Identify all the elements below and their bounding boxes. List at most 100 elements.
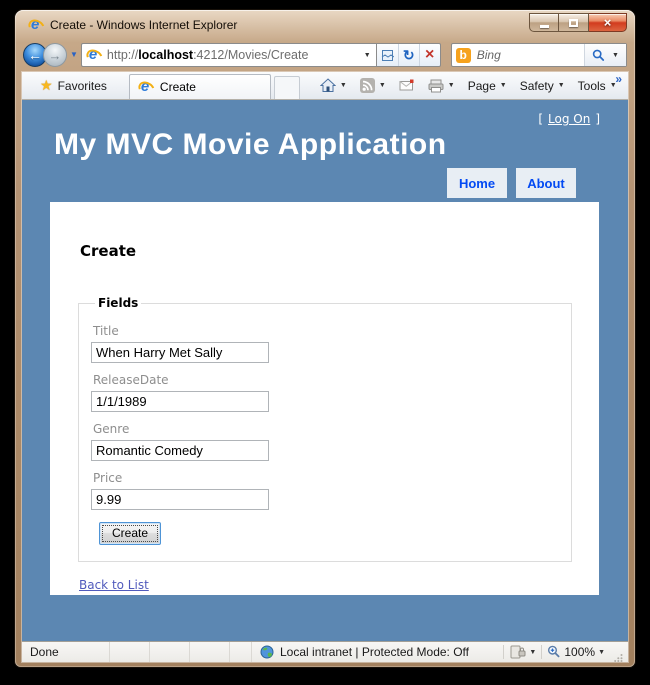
url-text: http://localhost:4212/Movies/Create — [106, 48, 309, 62]
status-bar: Done Local intranet | Protected Mode: Of… — [22, 641, 628, 662]
address-bar[interactable]: e http://localhost:4212/Movies/Create ▼ — [80, 43, 376, 67]
compatibility-view-button[interactable] — [377, 44, 398, 66]
ie-logo-icon: e — [28, 17, 44, 33]
tab-favicon-icon: e — [138, 79, 154, 95]
new-tab-button[interactable] — [273, 76, 300, 99]
zoom-icon — [548, 645, 560, 658]
zone-text: Local intranet | Protected Mode: Off — [280, 645, 469, 659]
tab-create[interactable]: e Create — [128, 74, 271, 99]
forward-button[interactable]: → — [43, 43, 67, 67]
home-icon — [319, 78, 336, 92]
minimize-icon — [539, 25, 549, 28]
stop-icon: × — [425, 46, 435, 63]
zoom-level: 100% — [564, 645, 596, 659]
command-bar: ★ Favorites e Create ▼ ▼ ▼ Page ▼ Safety… — [22, 72, 628, 100]
statusbar-right: ▼ 100% ▼ — [503, 642, 623, 662]
status-cell — [230, 642, 252, 662]
address-dropdown[interactable]: ▼ — [364, 52, 371, 59]
safety-menu-label: Safety — [519, 78, 554, 93]
releasedate-input[interactable] — [91, 391, 269, 412]
back-to-list-link[interactable]: Back to List — [79, 578, 149, 592]
search-icon[interactable] — [592, 49, 605, 62]
status-cell — [190, 642, 230, 662]
close-icon: × — [603, 15, 612, 30]
favorites-star-icon: ★ — [40, 77, 53, 93]
tools-menu-label: Tools — [577, 78, 606, 93]
logon-bracket: ] — [595, 112, 600, 126]
maximize-icon — [569, 18, 578, 27]
title-label: Title — [93, 324, 119, 338]
more-commands-chevron[interactable]: » — [615, 72, 622, 86]
status-cell — [150, 642, 190, 662]
page-viewport: [ Log On] My MVC Movie Application Home A… — [22, 100, 628, 641]
zoom-control[interactable]: 100% ▼ — [547, 645, 605, 659]
window-title: Create - Windows Internet Explorer — [50, 18, 238, 32]
title-input[interactable] — [91, 342, 269, 363]
tools-menu-button[interactable]: Tools ▼ — [574, 77, 621, 95]
zoom-dropdown-icon: ▼ — [598, 648, 605, 656]
page-favicon-icon: e — [86, 47, 102, 63]
close-button[interactable]: × — [589, 13, 627, 32]
search-controls: ▼ — [584, 44, 626, 66]
caption-buttons: × — [529, 13, 627, 32]
tab-title: Create — [159, 80, 196, 94]
nav-tab-about[interactable]: About — [516, 168, 576, 198]
home-button[interactable]: ▼ — [316, 76, 351, 95]
content-box: Create Fields Title ReleaseDate Genre Pr… — [50, 202, 599, 595]
recent-pages-dropdown[interactable]: ▼ — [70, 51, 78, 59]
print-button[interactable]: ▼ — [424, 77, 459, 95]
page-heading: Create — [80, 242, 137, 260]
stop-button[interactable]: × — [418, 44, 440, 66]
status-cell — [110, 642, 150, 662]
site-nav: Home About — [447, 168, 576, 198]
navigation-bar: ← → ▼ e http://localhost:4212/Movies/Cre… — [15, 40, 635, 72]
nav-tab-home[interactable]: Home — [447, 168, 507, 198]
refresh-button[interactable]: ↻ — [397, 44, 419, 66]
read-mail-button[interactable] — [395, 77, 419, 94]
page-menu-dropdown-icon: ▼ — [499, 82, 507, 89]
create-submit-button[interactable]: Create — [99, 522, 162, 545]
page-lock-icon — [510, 645, 526, 659]
address-buttons: ↻ × — [375, 43, 441, 67]
genre-input[interactable] — [91, 440, 269, 461]
safety-menu-dropdown-icon: ▼ — [557, 82, 565, 89]
search-box[interactable]: b Bing ▼ — [450, 43, 627, 67]
price-label: Price — [93, 471, 123, 485]
client-area: ★ Favorites e Create ▼ ▼ ▼ Page ▼ Safety… — [22, 72, 628, 662]
safety-menu-button[interactable]: Safety ▼ — [516, 77, 569, 95]
search-placeholder: Bing — [476, 48, 501, 62]
fieldset-legend: Fields — [98, 296, 139, 310]
security-zone: Local intranet | Protected Mode: Off — [252, 645, 469, 659]
refresh-icon: ↻ — [402, 47, 415, 63]
back-arrow-icon: ← — [28, 47, 42, 63]
print-dropdown[interactable]: ▼ — [448, 82, 455, 89]
home-dropdown[interactable]: ▼ — [340, 82, 347, 89]
bing-logo-icon: b — [455, 47, 471, 63]
rss-icon — [359, 78, 375, 93]
printer-icon — [428, 79, 444, 92]
maximize-button[interactable] — [559, 13, 589, 32]
resize-grip[interactable] — [614, 653, 623, 662]
page-menu-label: Page — [467, 78, 496, 93]
page-menu-button[interactable]: Page ▼ — [464, 77, 511, 95]
protected-mode-dropdown-icon: ▼ — [529, 648, 537, 656]
status-text: Done — [30, 642, 110, 662]
globe-icon — [260, 645, 274, 659]
mail-icon — [399, 79, 414, 91]
feeds-dropdown[interactable]: ▼ — [379, 82, 386, 89]
forward-arrow-icon: → — [48, 47, 62, 63]
protected-mode-button[interactable]: ▼ — [509, 645, 536, 659]
app-title: My MVC Movie Application — [54, 128, 447, 161]
feeds-button[interactable]: ▼ — [356, 76, 390, 95]
minimize-button[interactable] — [529, 13, 559, 32]
fields-fieldset: Fields Title ReleaseDate Genre Price Cre… — [78, 296, 572, 562]
search-dropdown[interactable]: ▼ — [612, 52, 619, 59]
favorites-label: Favorites — [57, 78, 107, 93]
genre-label: Genre — [93, 422, 130, 436]
logon-bracket: [ — [538, 112, 543, 126]
log-on-link[interactable]: Log On — [548, 112, 590, 126]
favorites-button[interactable]: ★ Favorites — [28, 72, 119, 99]
logon-area: [ Log On] — [538, 112, 600, 126]
compatibility-view-icon — [381, 49, 394, 61]
price-input[interactable] — [91, 489, 269, 510]
